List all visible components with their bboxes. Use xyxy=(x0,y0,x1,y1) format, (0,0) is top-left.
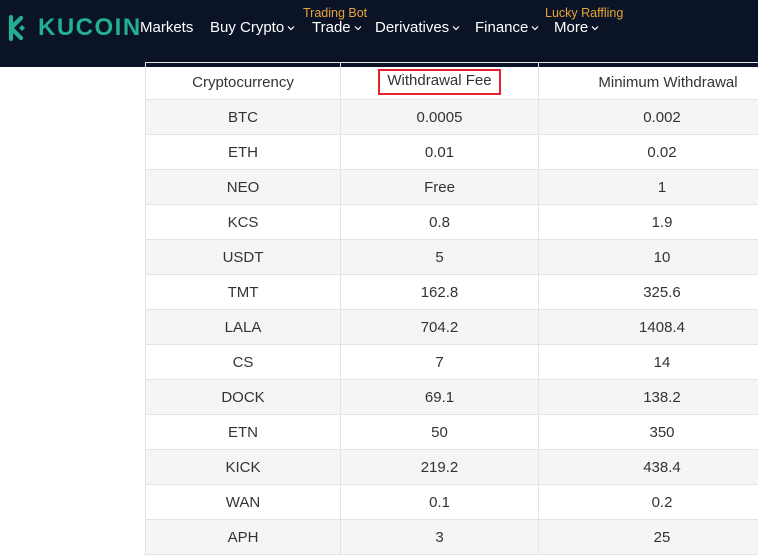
minimum-withdrawal-cell: 10 xyxy=(539,240,758,275)
table-row: ETN50350 xyxy=(146,415,758,450)
withdrawal-fee-cell: 50 xyxy=(341,415,539,450)
top-navbar: KUCOIN Markets Buy Crypto Trading Bot Tr… xyxy=(0,0,758,67)
minimum-withdrawal-cell: 0.02 xyxy=(539,135,758,170)
minimum-withdrawal-cell: 25 xyxy=(539,520,758,555)
table-row: APH325 xyxy=(146,520,758,555)
minimum-withdrawal-cell: 138.2 xyxy=(539,380,758,415)
kucoin-logo[interactable]: KUCOIN xyxy=(2,13,142,43)
nav-finance-label: Finance xyxy=(475,18,528,38)
table-row: TMT162.8325.6 xyxy=(146,275,758,310)
nav-trade-label: Trade xyxy=(312,18,351,38)
nav-markets[interactable]: Markets xyxy=(140,18,193,38)
minimum-withdrawal-cell: 1 xyxy=(539,170,758,205)
cryptocurrency-cell: DOCK xyxy=(146,380,341,415)
table-row: CS714 xyxy=(146,345,758,380)
table-row: DOCK69.1138.2 xyxy=(146,380,758,415)
nav-buy-crypto-label: Buy Crypto xyxy=(210,18,284,38)
nav-markets-label: Markets xyxy=(140,18,193,38)
minimum-withdrawal-cell: 14 xyxy=(539,345,758,380)
column-header-label: Minimum Withdrawal xyxy=(598,74,737,91)
withdrawal-fee-cell: 7 xyxy=(341,345,539,380)
nav-trade[interactable]: Trade xyxy=(312,18,362,38)
cryptocurrency-cell: NEO xyxy=(146,170,341,205)
highlighted-header-box: Withdrawal Fee xyxy=(378,69,500,95)
nav-buy-crypto[interactable]: Buy Crypto xyxy=(210,18,295,38)
cryptocurrency-cell: KCS xyxy=(146,205,341,240)
withdrawal-fee-cell: 69.1 xyxy=(341,380,539,415)
minimum-withdrawal-cell: 350 xyxy=(539,415,758,450)
cryptocurrency-cell: USDT xyxy=(146,240,341,275)
chevron-down-icon xyxy=(452,25,460,31)
nav-more[interactable]: More xyxy=(554,18,599,38)
cryptocurrency-cell: CS xyxy=(146,345,341,380)
withdrawal-fee-cell: Free xyxy=(341,170,539,205)
cryptocurrency-cell: TMT xyxy=(146,275,341,310)
chevron-down-icon xyxy=(591,25,599,31)
withdrawal-fee-cell: 5 xyxy=(341,240,539,275)
minimum-withdrawal-cell: 0.002 xyxy=(539,100,758,135)
minimum-withdrawal-cell: 0.2 xyxy=(539,485,758,520)
minimum-withdrawal-cell: 325.6 xyxy=(539,275,758,310)
table-row: USDT510 xyxy=(146,240,758,275)
cryptocurrency-cell: WAN xyxy=(146,485,341,520)
table-row: KCS0.81.9 xyxy=(146,205,758,240)
chevron-down-icon xyxy=(287,25,295,31)
cryptocurrency-cell: ETH xyxy=(146,135,341,170)
column-header-withdrawal-fee: Withdrawal Fee xyxy=(341,63,539,100)
table-row: LALA704.21408.4 xyxy=(146,310,758,345)
withdrawal-fee-cell: 0.1 xyxy=(341,485,539,520)
table-header-row: Cryptocurrency Withdrawal Fee Minimum Wi… xyxy=(146,63,758,100)
minimum-withdrawal-cell: 438.4 xyxy=(539,450,758,485)
withdrawal-fee-cell: 0.01 xyxy=(341,135,539,170)
nav-more-label: More xyxy=(554,18,588,38)
table-row: NEOFree1 xyxy=(146,170,758,205)
cryptocurrency-cell: KICK xyxy=(146,450,341,485)
column-header-minimum-withdrawal: Minimum Withdrawal xyxy=(539,63,758,100)
withdrawal-fee-cell: 704.2 xyxy=(341,310,539,345)
cryptocurrency-cell: BTC xyxy=(146,100,341,135)
withdrawal-fee-table: Cryptocurrency Withdrawal Fee Minimum Wi… xyxy=(145,62,758,555)
table-row: ETH0.010.02 xyxy=(146,135,758,170)
minimum-withdrawal-cell: 1408.4 xyxy=(539,310,758,345)
nav-derivatives-label: Derivatives xyxy=(375,18,449,38)
table-row: KICK219.2438.4 xyxy=(146,450,758,485)
nav-derivatives[interactable]: Derivatives xyxy=(375,18,460,38)
nav-finance[interactable]: Finance xyxy=(475,18,539,38)
withdrawal-fee-cell: 162.8 xyxy=(341,275,539,310)
column-header-cryptocurrency: Cryptocurrency xyxy=(146,63,341,100)
cryptocurrency-cell: LALA xyxy=(146,310,341,345)
table-row: BTC0.00050.002 xyxy=(146,100,758,135)
cryptocurrency-cell: ETN xyxy=(146,415,341,450)
table-row: WAN0.10.2 xyxy=(146,485,758,520)
column-header-label: Cryptocurrency xyxy=(192,74,294,91)
withdrawal-fee-cell: 0.0005 xyxy=(341,100,539,135)
chevron-down-icon xyxy=(531,25,539,31)
brand-name: KUCOIN xyxy=(38,13,142,43)
withdrawal-fee-cell: 219.2 xyxy=(341,450,539,485)
withdrawal-fee-cell: 3 xyxy=(341,520,539,555)
cryptocurrency-cell: APH xyxy=(146,520,341,555)
chevron-down-icon xyxy=(354,25,362,31)
minimum-withdrawal-cell: 1.9 xyxy=(539,205,758,240)
kucoin-logo-icon xyxy=(2,13,32,43)
withdrawal-fee-cell: 0.8 xyxy=(341,205,539,240)
